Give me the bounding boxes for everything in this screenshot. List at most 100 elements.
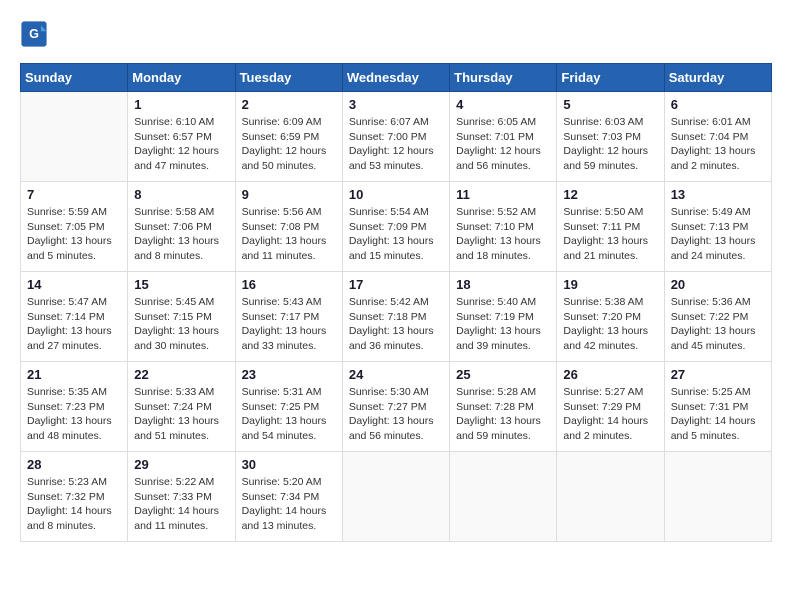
day-info: Sunrise: 6:09 AMSunset: 6:59 PMDaylight:…	[242, 115, 336, 174]
day-number: 2	[242, 97, 336, 112]
day-number: 23	[242, 367, 336, 382]
calendar-cell: 14Sunrise: 5:47 AMSunset: 7:14 PMDayligh…	[21, 272, 128, 362]
calendar-cell: 19 Sunrise: 5:38 AMSunset: 7:20 PMDayligh…	[557, 272, 664, 362]
day-info: Sunrise: 5:40 AMSunset: 7:19 PMDaylight:…	[456, 295, 550, 354]
page-header: G	[20, 20, 772, 48]
calendar-cell: 20 Sunrise: 5:36 AMSunset: 7:22 PMDayligh…	[664, 272, 771, 362]
day-info: Sunrise: 5:45 AMSunset: 7:15 PMDaylight:…	[134, 295, 228, 354]
calendar-cell: 6Sunrise: 6:01 AMSunset: 7:04 PMDaylight…	[664, 92, 771, 182]
day-info: Sunrise: 5:36 AMSunset: 7:22 PMDaylight:…	[671, 295, 765, 354]
svg-text:G: G	[29, 27, 39, 41]
day-info: Sunrise: 5:22 AMSunset: 7:33 PMDaylight:…	[134, 475, 228, 534]
calendar-cell: 1Sunrise: 6:10 AMSunset: 6:57 PMDaylight…	[128, 92, 235, 182]
column-header-tuesday: Tuesday	[235, 64, 342, 92]
day-number: 29	[134, 457, 228, 472]
column-header-saturday: Saturday	[664, 64, 771, 92]
calendar-cell: 17 Sunrise: 5:42 AMSunset: 7:18 PMDayligh…	[342, 272, 449, 362]
calendar-header-row: SundayMondayTuesdayWednesdayThursdayFrid…	[21, 64, 772, 92]
calendar-cell: 28 Sunrise: 5:23 AMSunset: 7:32 PMDayligh…	[21, 452, 128, 542]
day-number: 9	[242, 187, 336, 202]
calendar-cell	[342, 452, 449, 542]
day-number: 24	[349, 367, 443, 382]
day-info: Sunrise: 5:50 AMSunset: 7:11 PMDaylight:…	[563, 205, 657, 264]
calendar-cell: 21Sunrise: 5:35 AMSunset: 7:23 PMDayligh…	[21, 362, 128, 452]
column-header-monday: Monday	[128, 64, 235, 92]
day-info: Sunrise: 5:27 AMSunset: 7:29 PMDaylight:…	[563, 385, 657, 444]
column-header-wednesday: Wednesday	[342, 64, 449, 92]
day-number: 28	[27, 457, 121, 472]
calendar-cell: 26 Sunrise: 5:27 AMSunset: 7:29 PMDayligh…	[557, 362, 664, 452]
column-header-friday: Friday	[557, 64, 664, 92]
calendar-cell: 13Sunrise: 5:49 AMSunset: 7:13 PMDayligh…	[664, 182, 771, 272]
day-info: Sunrise: 6:03 AMSunset: 7:03 PMDaylight:…	[563, 115, 657, 174]
day-number: 14	[27, 277, 121, 292]
day-number: 27	[671, 367, 765, 382]
day-info: Sunrise: 6:05 AMSunset: 7:01 PMDaylight:…	[456, 115, 550, 174]
week-row-5: 28 Sunrise: 5:23 AMSunset: 7:32 PMDayligh…	[21, 452, 772, 542]
calendar-cell: 5 Sunrise: 6:03 AMSunset: 7:03 PMDaylight…	[557, 92, 664, 182]
day-number: 3	[349, 97, 443, 112]
logo: G	[20, 20, 52, 48]
calendar-cell: 15 Sunrise: 5:45 AMSunset: 7:15 PMDayligh…	[128, 272, 235, 362]
day-number: 17	[349, 277, 443, 292]
day-number: 10	[349, 187, 443, 202]
calendar-cell: 22 Sunrise: 5:33 AMSunset: 7:24 PMDayligh…	[128, 362, 235, 452]
calendar-cell: 25 Sunrise: 5:28 AMSunset: 7:28 PMDayligh…	[450, 362, 557, 452]
day-number: 19	[563, 277, 657, 292]
calendar-cell: 29 Sunrise: 5:22 AMSunset: 7:33 PMDayligh…	[128, 452, 235, 542]
day-info: Sunrise: 5:30 AMSunset: 7:27 PMDaylight:…	[349, 385, 443, 444]
calendar-cell: 3Sunrise: 6:07 AMSunset: 7:00 PMDaylight…	[342, 92, 449, 182]
calendar-cell: 23 Sunrise: 5:31 AMSunset: 7:25 PMDayligh…	[235, 362, 342, 452]
calendar-cell: 24 Sunrise: 5:30 AMSunset: 7:27 PMDayligh…	[342, 362, 449, 452]
calendar-cell: 12 Sunrise: 5:50 AMSunset: 7:11 PMDayligh…	[557, 182, 664, 272]
calendar-cell: 10 Sunrise: 5:54 AMSunset: 7:09 PMDayligh…	[342, 182, 449, 272]
day-info: Sunrise: 5:49 AMSunset: 7:13 PMDaylight:…	[671, 205, 765, 264]
calendar-cell: 2 Sunrise: 6:09 AMSunset: 6:59 PMDaylight…	[235, 92, 342, 182]
week-row-3: 14Sunrise: 5:47 AMSunset: 7:14 PMDayligh…	[21, 272, 772, 362]
day-number: 7	[27, 187, 121, 202]
column-header-thursday: Thursday	[450, 64, 557, 92]
calendar-cell: 16 Sunrise: 5:43 AMSunset: 7:17 PMDayligh…	[235, 272, 342, 362]
day-info: Sunrise: 5:33 AMSunset: 7:24 PMDaylight:…	[134, 385, 228, 444]
day-number: 20	[671, 277, 765, 292]
day-info: Sunrise: 6:01 AMSunset: 7:04 PMDaylight:…	[671, 115, 765, 174]
day-info: Sunrise: 5:56 AMSunset: 7:08 PMDaylight:…	[242, 205, 336, 264]
week-row-4: 21Sunrise: 5:35 AMSunset: 7:23 PMDayligh…	[21, 362, 772, 452]
logo-icon: G	[20, 20, 48, 48]
day-number: 25	[456, 367, 550, 382]
day-info: Sunrise: 5:43 AMSunset: 7:17 PMDaylight:…	[242, 295, 336, 354]
day-info: Sunrise: 5:59 AMSunset: 7:05 PMDaylight:…	[27, 205, 121, 264]
day-info: Sunrise: 5:54 AMSunset: 7:09 PMDaylight:…	[349, 205, 443, 264]
day-info: Sunrise: 5:35 AMSunset: 7:23 PMDaylight:…	[27, 385, 121, 444]
calendar-cell: 27Sunrise: 5:25 AMSunset: 7:31 PMDayligh…	[664, 362, 771, 452]
day-info: Sunrise: 5:38 AMSunset: 7:20 PMDaylight:…	[563, 295, 657, 354]
calendar-cell: 30Sunrise: 5:20 AMSunset: 7:34 PMDayligh…	[235, 452, 342, 542]
day-number: 1	[134, 97, 228, 112]
day-number: 22	[134, 367, 228, 382]
day-info: Sunrise: 5:31 AMSunset: 7:25 PMDaylight:…	[242, 385, 336, 444]
week-row-1: 1Sunrise: 6:10 AMSunset: 6:57 PMDaylight…	[21, 92, 772, 182]
calendar-cell: 11 Sunrise: 5:52 AMSunset: 7:10 PMDayligh…	[450, 182, 557, 272]
day-number: 4	[456, 97, 550, 112]
calendar-cell	[21, 92, 128, 182]
day-number: 12	[563, 187, 657, 202]
day-number: 26	[563, 367, 657, 382]
day-number: 11	[456, 187, 550, 202]
calendar-cell: 7 Sunrise: 5:59 AMSunset: 7:05 PMDaylight…	[21, 182, 128, 272]
day-number: 30	[242, 457, 336, 472]
calendar-cell: 18 Sunrise: 5:40 AMSunset: 7:19 PMDayligh…	[450, 272, 557, 362]
day-number: 15	[134, 277, 228, 292]
day-number: 8	[134, 187, 228, 202]
calendar-cell: 4 Sunrise: 6:05 AMSunset: 7:01 PMDaylight…	[450, 92, 557, 182]
calendar-cell: 9 Sunrise: 5:56 AMSunset: 7:08 PMDaylight…	[235, 182, 342, 272]
day-info: Sunrise: 5:52 AMSunset: 7:10 PMDaylight:…	[456, 205, 550, 264]
day-info: Sunrise: 5:23 AMSunset: 7:32 PMDaylight:…	[27, 475, 121, 534]
day-number: 18	[456, 277, 550, 292]
day-number: 16	[242, 277, 336, 292]
day-info: Sunrise: 5:28 AMSunset: 7:28 PMDaylight:…	[456, 385, 550, 444]
week-row-2: 7 Sunrise: 5:59 AMSunset: 7:05 PMDaylight…	[21, 182, 772, 272]
day-number: 5	[563, 97, 657, 112]
day-info: Sunrise: 5:42 AMSunset: 7:18 PMDaylight:…	[349, 295, 443, 354]
column-header-sunday: Sunday	[21, 64, 128, 92]
calendar-cell: 8Sunrise: 5:58 AMSunset: 7:06 PMDaylight…	[128, 182, 235, 272]
